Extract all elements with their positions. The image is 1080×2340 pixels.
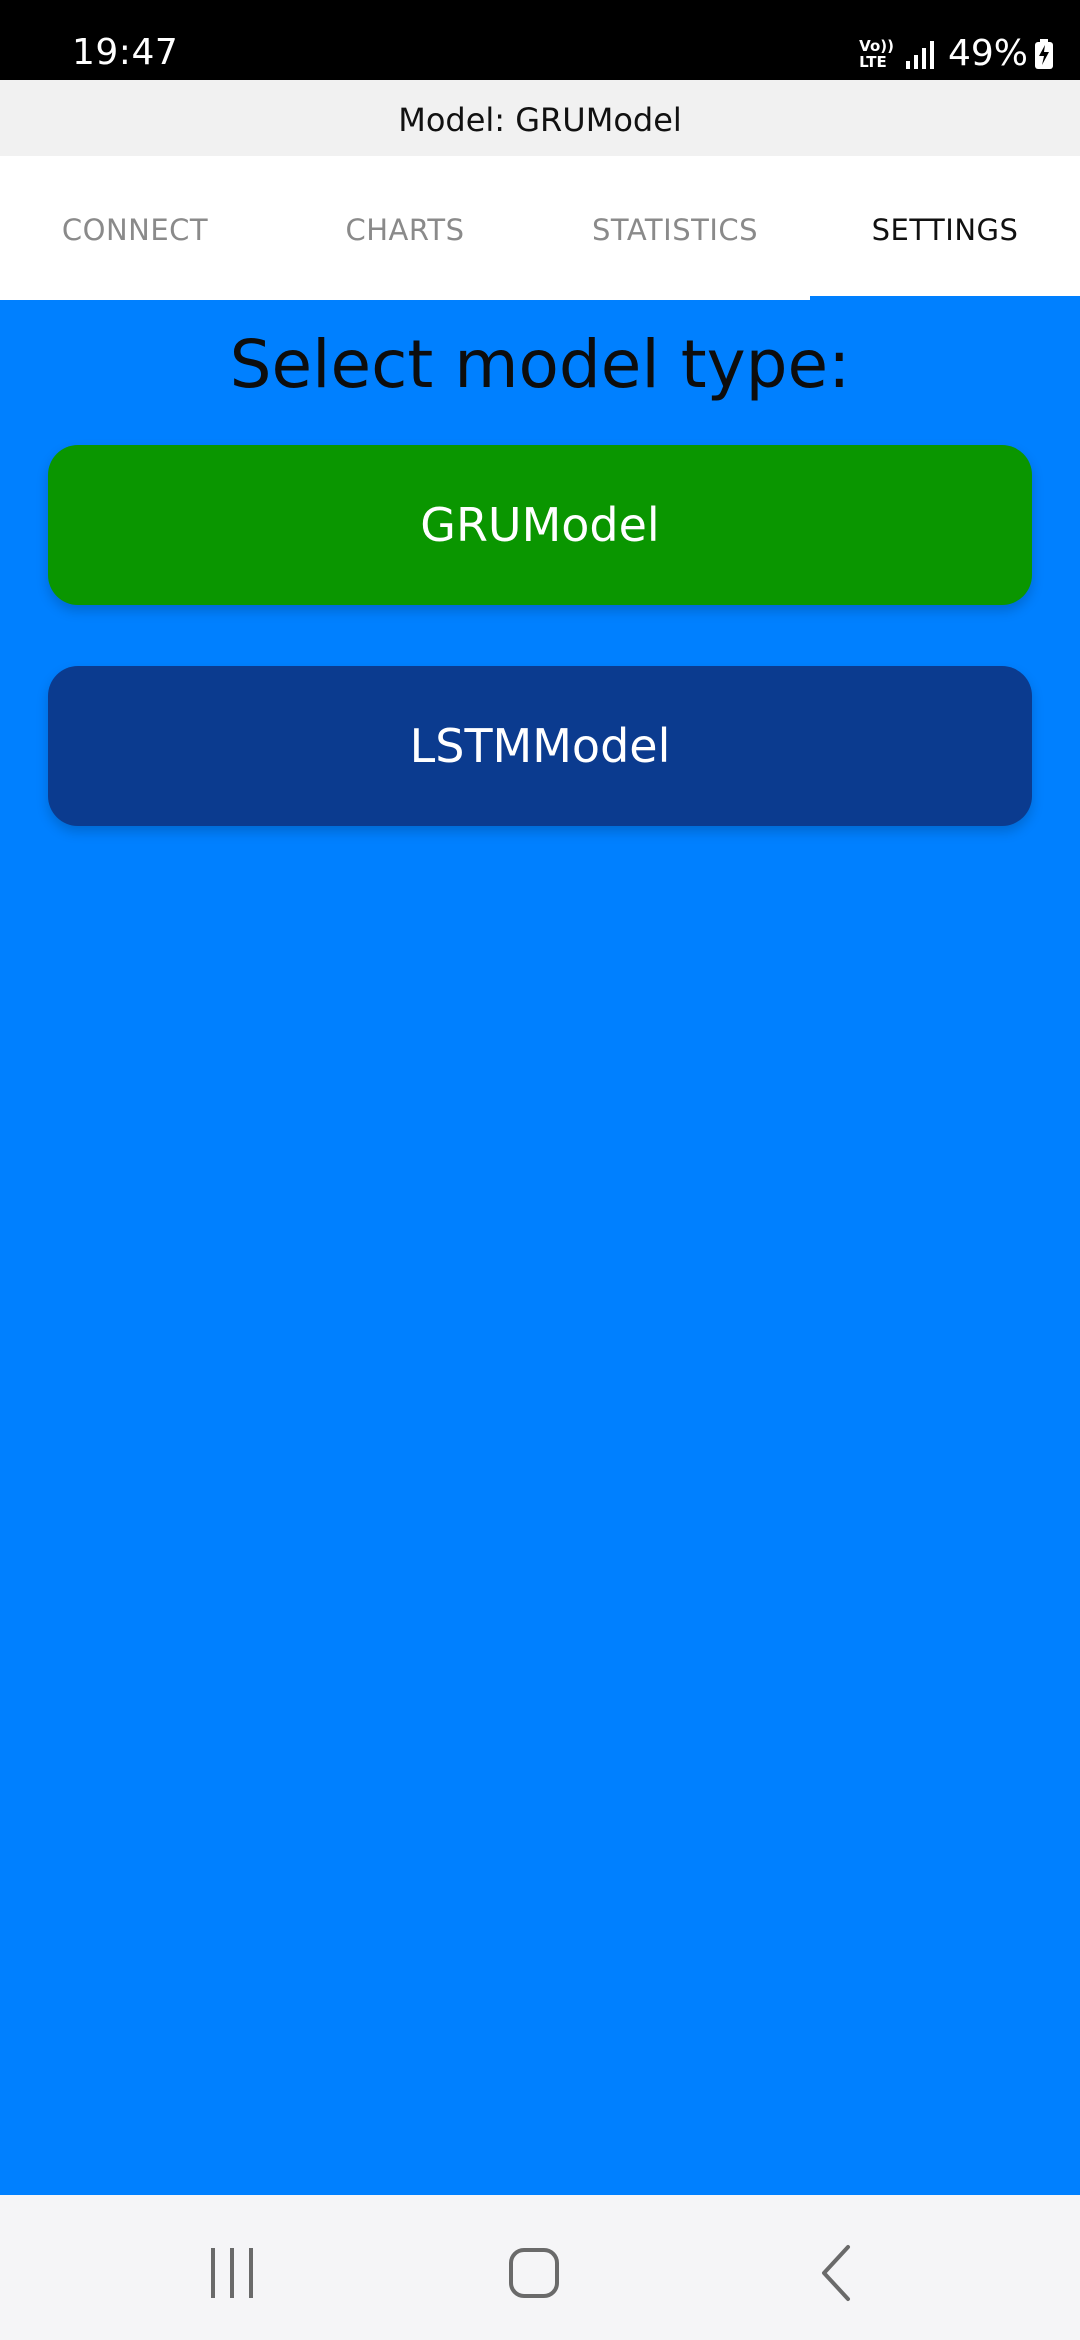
battery-percentage: 49% <box>947 33 1028 74</box>
tab-statistics[interactable]: STATISTICS <box>540 156 810 300</box>
battery-charging-icon <box>1035 39 1053 69</box>
volte-indicator: Vo)) LTE <box>859 38 894 70</box>
tab-bar: CONNECT CHARTS STATISTICS SETTINGS <box>0 156 1080 304</box>
recent-apps-icon[interactable] <box>202 2243 262 2303</box>
navigation-bar <box>0 2195 1080 2340</box>
status-bar: 19:47 Vo)) LTE 49% <box>0 0 1080 80</box>
status-icons: Vo)) LTE 49% <box>859 28 1054 80</box>
back-icon[interactable] <box>808 2243 868 2303</box>
tab-settings[interactable]: SETTINGS <box>810 156 1080 304</box>
app-title: Model: GRUModel <box>0 80 1080 156</box>
settings-panel: Select model type: GRUModel LSTMModel <box>0 300 1080 2195</box>
signal-icon <box>905 41 934 69</box>
lte-label: LTE <box>859 53 887 71</box>
volte-label: Vo)) <box>859 37 894 55</box>
lstm-model-button[interactable]: LSTMModel <box>48 666 1032 826</box>
tab-charts[interactable]: CHARTS <box>270 156 540 300</box>
home-icon[interactable] <box>504 2243 564 2303</box>
status-time: 19:47 <box>72 32 179 73</box>
gru-model-button[interactable]: GRUModel <box>48 445 1032 605</box>
page-heading: Select model type: <box>229 326 851 403</box>
tab-connect[interactable]: CONNECT <box>0 156 270 300</box>
